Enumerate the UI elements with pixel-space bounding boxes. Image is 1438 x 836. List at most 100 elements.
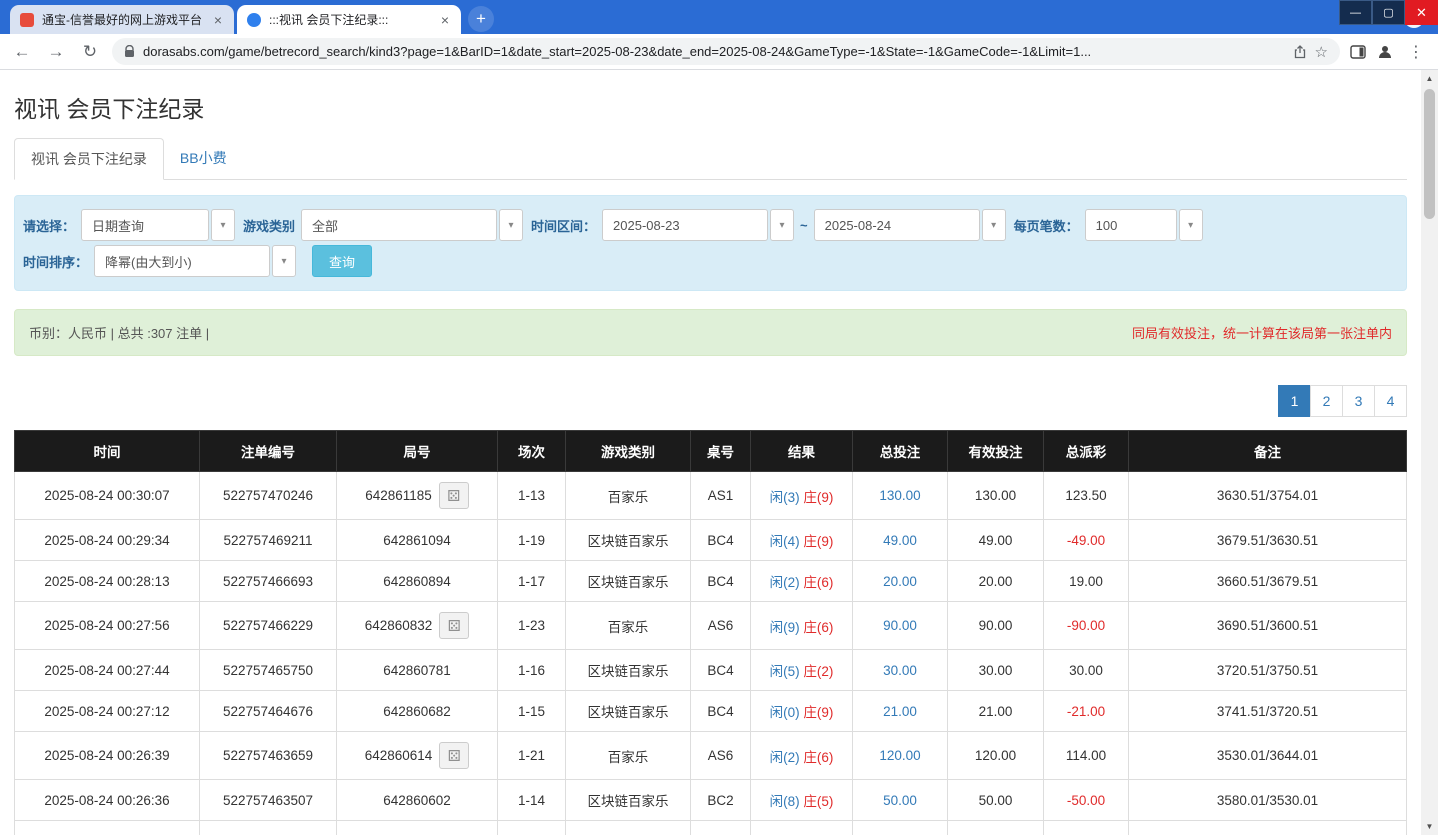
column-header: 时间: [14, 430, 200, 472]
cell-total-bet[interactable]: 21.00: [852, 690, 948, 732]
cell-session: 1-14: [497, 779, 566, 821]
cell-result: 闲(2) 庄(6): [750, 731, 853, 780]
browser-tab-active[interactable]: :::视讯 会员下注纪录::: ×: [237, 5, 461, 34]
back-button[interactable]: ←: [10, 42, 34, 62]
maximize-button[interactable]: ▢: [1372, 0, 1405, 25]
cell-total-bet[interactable]: 130.00: [852, 471, 948, 520]
page-button-4[interactable]: 4: [1374, 385, 1407, 417]
profile-avatar-icon[interactable]: [1376, 43, 1394, 61]
chevron-down-icon[interactable]: ▾: [499, 209, 524, 241]
page-button-1[interactable]: 1: [1278, 385, 1311, 417]
page-button-2[interactable]: 2: [1310, 385, 1343, 417]
cell-total-bet[interactable]: 120.00: [852, 731, 948, 780]
column-header: 桌号: [690, 430, 751, 472]
cell-total-bet[interactable]: 50.00: [852, 779, 948, 821]
cell-payout: 123.50: [1043, 471, 1129, 520]
date-end-select[interactable]: 2025-08-24 ▾: [813, 209, 1006, 241]
cell-valid-bet: 49.00: [947, 519, 1044, 561]
browser-window: 通宝-信誉最好的网上游戏平台 × :::视讯 会员下注纪录::: × + ⌄ —…: [0, 0, 1438, 836]
cell-time: 2025-08-24 00:27:56: [14, 601, 200, 650]
cell-game-type: 区块链百家乐: [565, 560, 691, 602]
page-tabs: 视讯 会员下注纪录 BB小费: [14, 138, 1407, 180]
search-button[interactable]: 查询: [312, 245, 373, 277]
game-replay-icon[interactable]: ⚄: [438, 482, 469, 509]
cell-note: 3690.51/3600.51: [1128, 601, 1407, 650]
minimize-button[interactable]: —: [1339, 0, 1372, 25]
cell-payout: 47.50: [1043, 820, 1129, 835]
date-start-select[interactable]: 2025-08-23 ▾: [602, 209, 795, 241]
cell-game-type: 百家乐: [565, 731, 691, 780]
game-type-value[interactable]: 全部: [301, 209, 498, 241]
tab-close-icon[interactable]: ×: [212, 12, 224, 28]
sort-select[interactable]: 降幂(由大到小) ▾: [94, 245, 297, 277]
summary-bar: 币别：人民币 | 总共 :307 注单 | 同局有效投注，统一计算在该局第一张注…: [14, 309, 1407, 356]
cell-total-bet[interactable]: 50.00: [852, 820, 948, 835]
tab-betting-records[interactable]: 视讯 会员下注纪录: [14, 138, 164, 180]
cell-payout: 114.00: [1043, 731, 1129, 780]
tab-close-icon[interactable]: ×: [439, 12, 451, 28]
cell-valid-bet: 20.00: [947, 560, 1044, 602]
page-button-3[interactable]: 3: [1342, 385, 1375, 417]
date-start-value[interactable]: 2025-08-23: [602, 209, 769, 241]
query-type-value[interactable]: 日期查询: [81, 209, 210, 241]
query-type-select[interactable]: 日期查询 ▾: [81, 209, 236, 241]
date-range-label: 时间区间：: [531, 218, 597, 234]
new-tab-button[interactable]: +: [468, 6, 494, 32]
chevron-down-icon[interactable]: ▾: [1178, 209, 1203, 241]
address-bar[interactable]: dorasabs.com/game/betrecord_search/kind3…: [112, 38, 1340, 65]
cell-note: 3741.51/3720.51: [1128, 690, 1407, 732]
round-number: 642860894: [383, 573, 451, 589]
chevron-down-icon[interactable]: ▾: [211, 209, 236, 241]
page-size-value[interactable]: 100: [1084, 209, 1177, 241]
game-replay-icon[interactable]: ⚄: [439, 742, 470, 769]
bet-records-table: 时间 注单编号 局号 场次 游戏类别 桌号 结果 总投注 有效投注 总派彩 备注 2025-08-2…: [14, 430, 1407, 835]
cell-total-bet[interactable]: 20.00: [852, 560, 948, 602]
browser-menu-icon[interactable]: ⋮: [1404, 42, 1428, 62]
cell-result: 闲(2) 庄(6): [750, 560, 853, 602]
cell-note: 3720.51/3750.51: [1128, 649, 1407, 691]
scroll-up-icon[interactable]: ▲: [1421, 70, 1438, 87]
chevron-down-icon[interactable]: ▾: [272, 245, 297, 277]
result-banker: 庄(9): [803, 534, 834, 549]
share-icon[interactable]: [1293, 44, 1307, 59]
cell-bet-id: 522757465750: [199, 649, 337, 691]
chevron-down-icon[interactable]: ▾: [981, 209, 1006, 241]
tab-bb-tip[interactable]: BB小费: [164, 138, 243, 179]
cell-table-no: BC4: [690, 519, 751, 561]
cell-session: 1-15: [497, 690, 566, 732]
table-row: 2025-08-24 00:27:12 522757464676 642860682…: [14, 690, 1407, 732]
cell-total-bet[interactable]: 90.00: [852, 601, 948, 650]
cell-bet-id: 522757470246: [199, 471, 337, 520]
cell-total-bet[interactable]: 30.00: [852, 649, 948, 691]
result-banker: 庄(5): [803, 794, 834, 809]
scrollbar-thumb[interactable]: [1424, 89, 1435, 219]
cell-game-type: 区块链百家乐: [565, 519, 691, 561]
page-size-select[interactable]: 100 ▾: [1084, 209, 1203, 241]
cell-payout: -90.00: [1043, 601, 1129, 650]
game-replay-icon[interactable]: ⚄: [439, 612, 470, 639]
cell-total-bet[interactable]: 49.00: [852, 519, 948, 561]
game-type-select[interactable]: 全部 ▾: [301, 209, 524, 241]
close-window-button[interactable]: ✕: [1405, 0, 1438, 25]
bookmark-star-icon[interactable]: ☆: [1315, 43, 1328, 61]
sort-value[interactable]: 降幂(由大到小): [94, 245, 271, 277]
cell-table-no: BC2: [690, 779, 751, 821]
cell-valid-bet: 50.00: [947, 779, 1044, 821]
refresh-button[interactable]: ↻: [78, 42, 102, 62]
cell-payout: -49.00: [1043, 519, 1129, 561]
forward-button[interactable]: →: [44, 42, 68, 62]
column-header: 总派彩: [1043, 430, 1129, 472]
result-player: 闲(3): [769, 489, 800, 505]
cell-session: 1-16: [497, 649, 566, 691]
cell-valid-bet: 120.00: [947, 731, 1044, 780]
lock-icon: [124, 45, 135, 58]
side-panel-icon[interactable]: [1350, 44, 1366, 60]
date-end-value[interactable]: 2025-08-24: [813, 209, 980, 241]
browser-tab-inactive[interactable]: 通宝-信誉最好的网上游戏平台 ×: [10, 5, 234, 34]
cell-table-no: BC4: [690, 560, 751, 602]
page-scrollbar[interactable]: ▲ ▼: [1421, 70, 1438, 835]
chevron-down-icon[interactable]: ▾: [770, 209, 795, 241]
bet-table-body: 2025-08-24 00:30:07 522757470246 642861185…: [14, 471, 1407, 835]
site-favicon: [247, 12, 261, 27]
scroll-down-icon[interactable]: ▼: [1421, 818, 1438, 835]
